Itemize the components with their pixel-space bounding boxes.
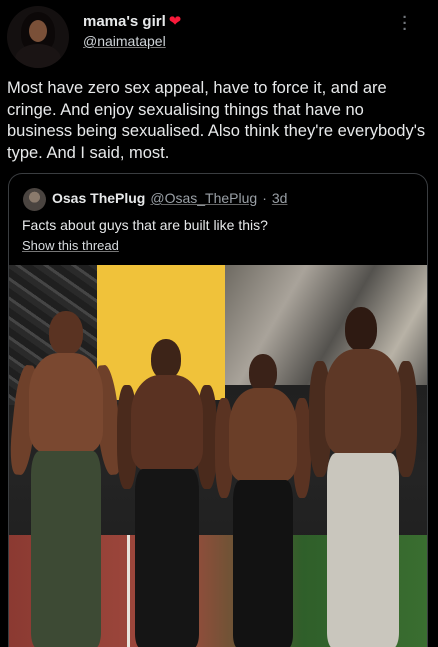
person-pants bbox=[135, 469, 199, 647]
tweet: mama's girl ❤ @naimatapel · · · Most have … bbox=[0, 0, 438, 647]
tweet-name-row: mama's girl ❤ bbox=[83, 13, 181, 30]
person-torso bbox=[29, 353, 103, 453]
quoted-display-name[interactable]: Osas ThePlug bbox=[52, 190, 145, 206]
quoted-header: Osas ThePlug @Osas_ThePlug · 3d bbox=[52, 190, 287, 206]
more-dots-icon[interactable]: · · · bbox=[399, 10, 411, 37]
quoted-photo[interactable] bbox=[9, 265, 427, 647]
person-torso bbox=[131, 375, 203, 471]
person-3 bbox=[215, 350, 311, 647]
person-head bbox=[249, 354, 277, 392]
quoted-avatar[interactable] bbox=[23, 188, 46, 211]
quoted-tweet[interactable]: Osas ThePlug @Osas_ThePlug · 3d Facts ab… bbox=[8, 173, 428, 647]
quoted-separator: · bbox=[262, 190, 267, 206]
quoted-handle[interactable]: @Osas_ThePlug bbox=[150, 190, 257, 206]
person-torso bbox=[325, 349, 401, 455]
quoted-text: Facts about guys that are built like thi… bbox=[22, 217, 268, 233]
heart-icon: ❤ bbox=[168, 13, 182, 30]
person-1 bbox=[9, 305, 125, 647]
user-handle[interactable]: @naimatapel bbox=[83, 33, 166, 49]
quoted-timestamp[interactable]: 3d bbox=[272, 190, 288, 206]
show-thread-link[interactable]: Show this thread bbox=[22, 238, 119, 253]
person-pants bbox=[31, 451, 101, 647]
person-head bbox=[151, 339, 181, 379]
avatar-body bbox=[15, 44, 61, 68]
avatar-face bbox=[29, 20, 47, 42]
user-avatar[interactable] bbox=[7, 6, 69, 68]
person-pants bbox=[327, 453, 399, 647]
person-head bbox=[49, 311, 83, 355]
person-2 bbox=[117, 335, 217, 647]
person-torso bbox=[229, 388, 297, 482]
person-head bbox=[345, 307, 377, 351]
person-pants bbox=[233, 480, 293, 647]
tweet-text: Most have zero sex appeal, have to force… bbox=[7, 79, 426, 162]
display-name[interactable]: mama's girl bbox=[83, 13, 166, 30]
person-4 bbox=[309, 303, 417, 647]
